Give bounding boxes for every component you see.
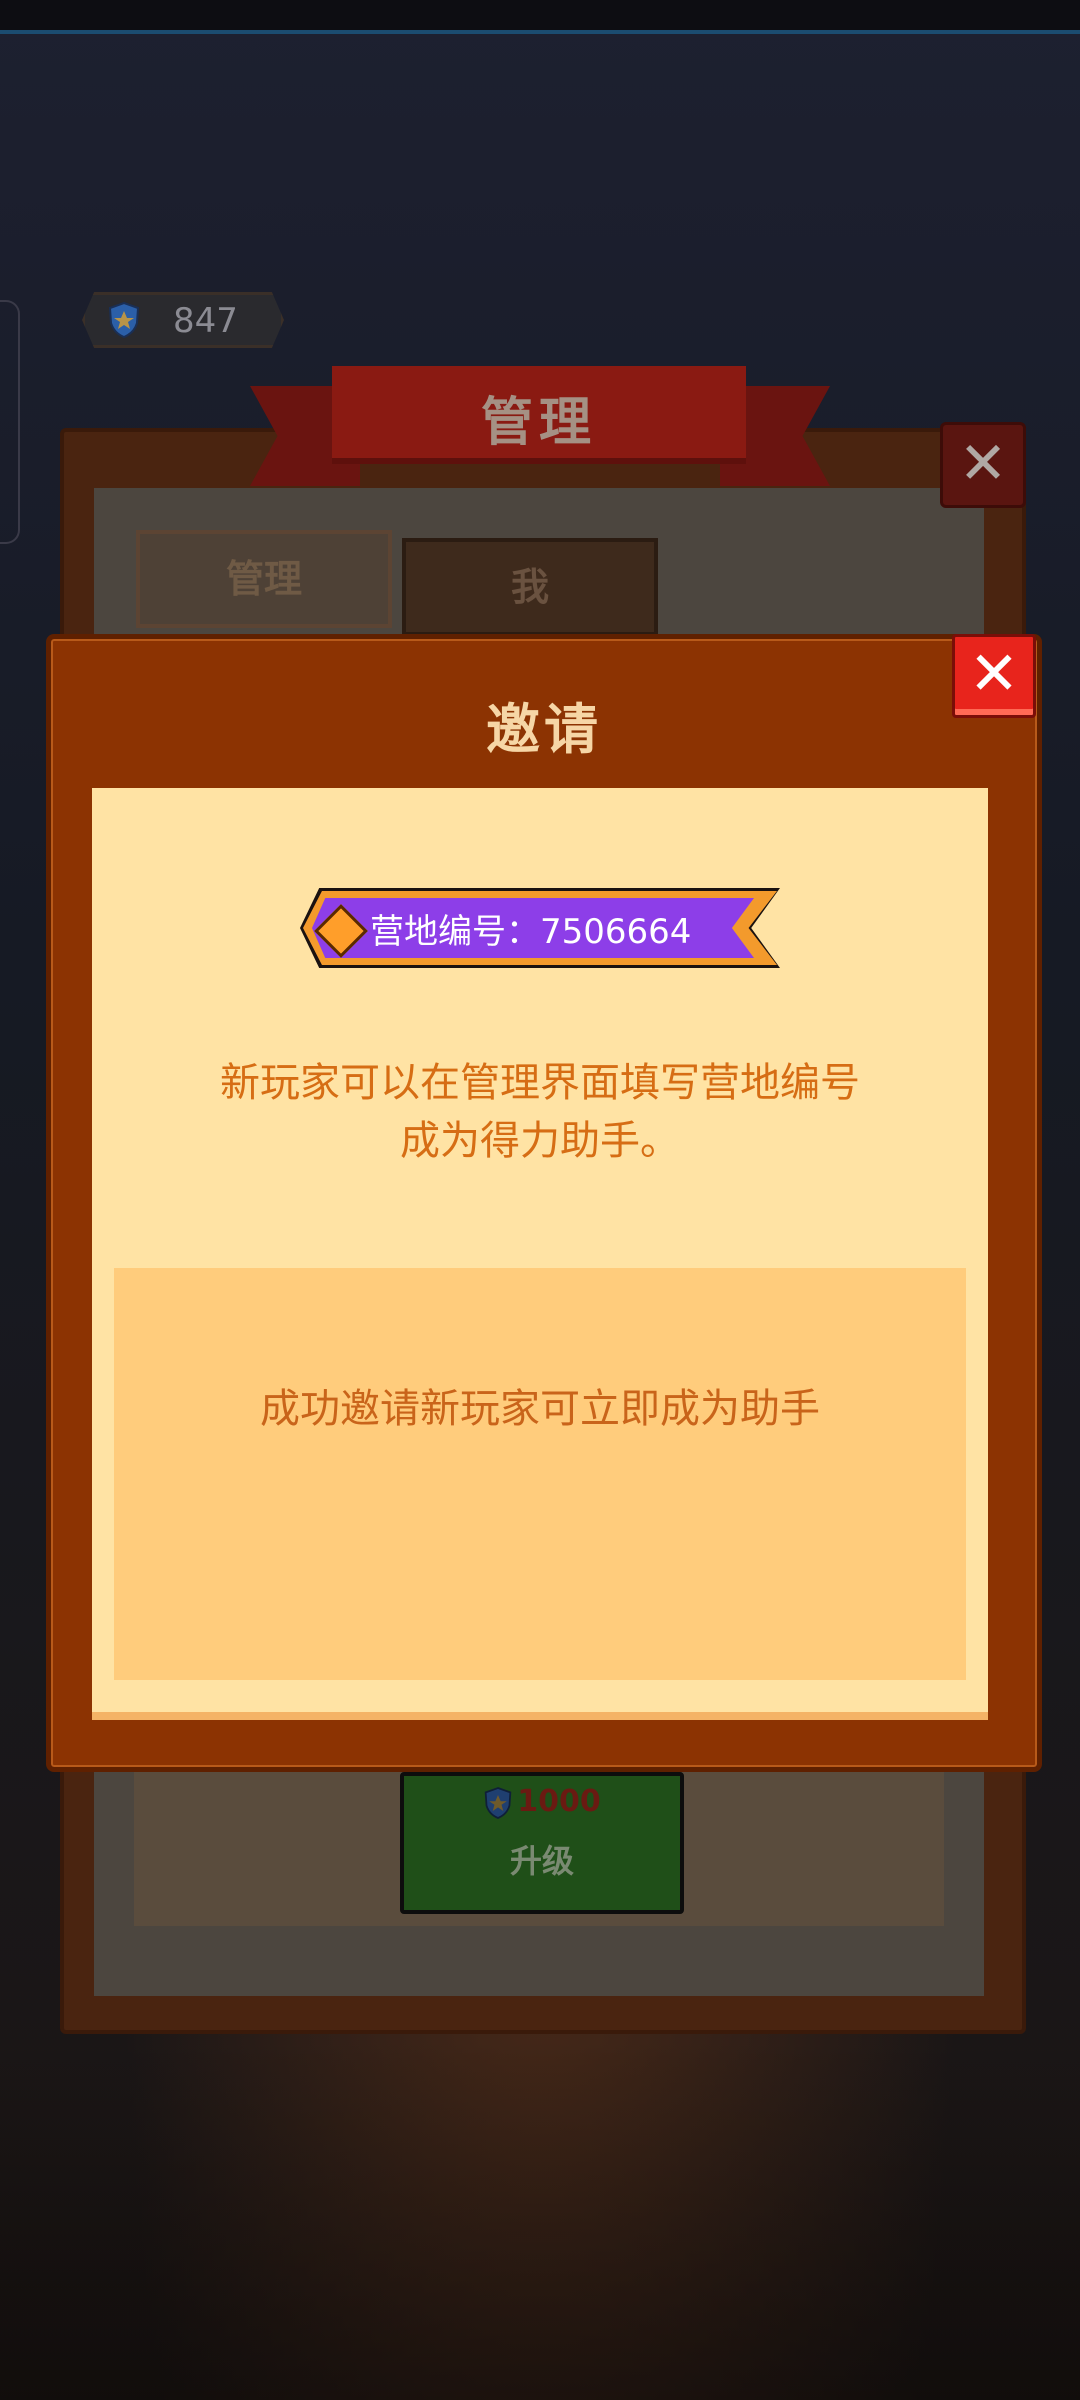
close-icon: ✕ [968, 639, 1020, 709]
upgrade-button[interactable]: 1000 升级 [400, 1772, 684, 1914]
manage-close-button[interactable]: ✕ [940, 422, 1026, 508]
reward-text: 成功邀请新玩家可立即成为助手 [260, 1386, 820, 1432]
reward-box: 成功邀请新玩家可立即成为助手 [114, 1268, 966, 1680]
invite-close-button[interactable]: ✕ [952, 634, 1036, 718]
invite-description-line2: 成为得力助手。 [400, 1118, 680, 1164]
close-icon: ✕ [958, 429, 1008, 497]
camp-id-text: 营地编号：7506664 [370, 912, 692, 952]
currency-value: 847 [173, 301, 238, 341]
upgrade-label: 升级 [509, 1842, 574, 1880]
status-bar [0, 0, 1080, 34]
invite-description-line1: 新玩家可以在管理界面填写营地编号 [220, 1060, 860, 1106]
camp-id-badge: 营地编号：7506664 [300, 888, 780, 968]
tab-me[interactable]: 我 [402, 538, 658, 636]
bottom-scene [0, 2040, 1080, 2400]
currency-display: 847 [82, 292, 284, 348]
manage-title-ribbon: 管理 [332, 366, 746, 464]
shield-icon [108, 301, 140, 339]
side-drawer-handle[interactable] [0, 300, 20, 544]
upgrade-cost-value: 1000 [517, 1784, 601, 1819]
upgrade-cost: 1000 [404, 1784, 680, 1820]
tab-manage[interactable]: 管理 [136, 530, 392, 628]
manage-title: 管理 [480, 393, 597, 453]
shield-icon [484, 1786, 512, 1819]
invite-dialog-title: 邀请 [486, 698, 602, 761]
